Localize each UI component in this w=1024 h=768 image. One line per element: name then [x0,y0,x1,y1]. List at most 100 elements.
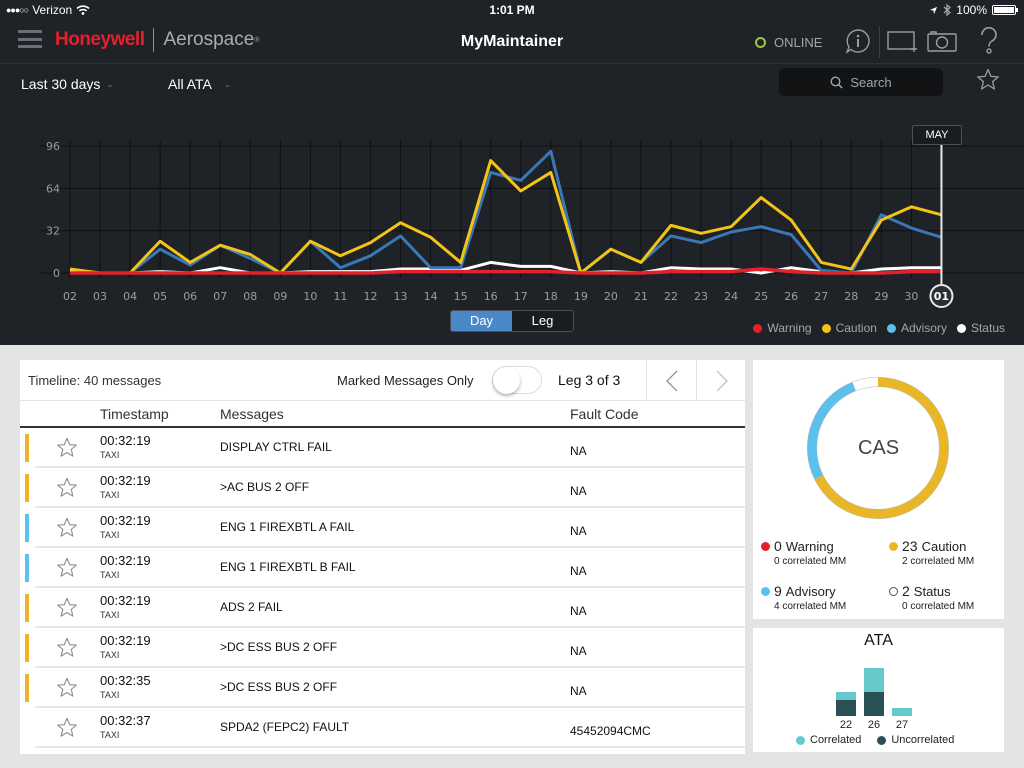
help-button[interactable] [978,26,1000,60]
column-header-fault-code[interactable]: Fault Code [570,406,638,422]
bar-correlated[interactable] [836,692,856,700]
x-tick-label[interactable]: 30 [904,290,918,303]
table-row[interactable]: 00:32:35 TAXI >DC ESS BUS 2 OFF NA [20,668,745,708]
x-tick-label[interactable]: 03 [93,290,107,303]
camera-icon [927,31,957,52]
x-tick-label[interactable]: 13 [394,290,408,303]
message-timestamp: 00:32:19 [100,553,151,568]
bar-uncorrelated[interactable] [864,692,884,716]
x-tick-label[interactable]: 02 [63,290,77,303]
x-tick-label[interactable]: 11 [333,290,347,303]
star-icon [57,677,77,697]
x-tick-label: 22 [840,719,852,731]
flight-phase: TAXI [100,650,120,660]
table-row[interactable]: 00:32:19 TAXI DISPLAY CTRL FAIL NA [20,428,745,468]
cas-item-status[interactable]: 2 Status 0 correlated MM [889,583,1009,612]
ata-bar-chart[interactable]: 22 26 27 [753,628,1004,738]
ata-filter-dropdown[interactable]: All ATA ⌄ [168,76,231,92]
donut-slice-advisory[interactable] [807,382,856,480]
mark-message-button[interactable] [56,517,78,543]
x-tick-label[interactable]: 04 [123,290,137,303]
table-row[interactable]: 00:32:19 TAXI >AC BUS 2 OFF NA [20,468,745,508]
legend-item-warning: Warning [753,321,812,335]
x-tick-label[interactable]: 19 [574,290,588,303]
cas-item-caution[interactable]: 23 Caution 2 correlated MM [889,538,1009,567]
status-bar: ●●●○○ Verizon 1:01 PM 100% [0,0,1024,20]
table-row[interactable]: 00:32:19 TAXI ENG 1 FIREXBTL A FAIL NA [20,508,745,548]
table-row[interactable]: 00:32:37 TAXI SPDA2 (FEPC2) FAULT 45452094C… [20,708,745,748]
search-input[interactable]: Search [779,68,943,96]
message-text: DISPLAY CTRL FAIL [220,440,332,454]
x-tick-label[interactable]: 22 [664,290,678,303]
x-tick-label[interactable]: 24 [724,290,738,303]
x-tick-label[interactable]: 28 [844,290,858,303]
x-tick-label[interactable]: 09 [273,290,287,303]
table-row[interactable]: 00:32:19 TAXI ADS 2 FAIL NA [20,588,745,628]
cas-trend-chart[interactable]: 0 32 64 96 02 03 04 05 06 07 08 09 10 11 12 13 14 15 16 17 1… [0,120,1024,310]
mark-message-button[interactable] [56,717,78,743]
previous-leg-button[interactable] [646,360,696,401]
tab-leg[interactable]: Leg [512,311,573,331]
cas-label: Advisory [785,583,836,599]
mark-message-button[interactable] [56,677,78,703]
mark-message-button[interactable] [56,597,78,623]
cas-item-advisory[interactable]: 9 Advisory 4 correlated MM [761,583,881,612]
x-tick-label[interactable]: 12 [364,290,378,303]
x-tick-label[interactable]: 16 [484,290,498,303]
bar-correlated[interactable] [892,708,912,716]
mark-message-button[interactable] [56,437,78,463]
x-tick-label[interactable]: 23 [694,290,708,303]
mark-message-button[interactable] [56,477,78,503]
favorite-button[interactable] [976,68,1000,96]
table-row[interactable]: 00:32:19 TAXI ENG 1 FIREXBTL B FAIL NA [20,548,745,588]
flight-phase: TAXI [100,530,120,540]
cas-item-warning[interactable]: 0 Warning 0 correlated MM [761,538,881,567]
tab-day[interactable]: Day [451,311,512,331]
table-row[interactable]: 00:32:19 TAXI >DC ESS BUS 2 OFF NA [20,628,745,668]
connection-status-label: ONLINE [774,35,823,50]
cas-count: 9 [774,583,782,599]
x-tick-label[interactable]: 14 [424,290,438,303]
y-tick-label: 64 [46,182,60,195]
message-text: >DC ESS BUS 2 OFF [220,680,338,694]
camera-button[interactable] [927,30,957,57]
message-text: >DC ESS BUS 2 OFF [220,640,338,654]
battery-icon [992,5,1018,15]
severity-indicator [25,514,29,542]
x-tick-label[interactable]: 01 [934,290,949,303]
x-tick-label[interactable]: 27 [814,290,828,303]
x-tick-label[interactable]: 26 [784,290,798,303]
x-tick-label[interactable]: 06 [183,290,197,303]
x-tick-label[interactable]: 29 [874,290,888,303]
x-tick-label: 26 [868,719,880,731]
mark-message-button[interactable] [56,557,78,583]
bar-uncorrelated[interactable] [836,700,856,716]
bar-correlated[interactable] [864,668,884,692]
info-button[interactable] [845,28,871,59]
x-tick-label[interactable]: 25 [754,290,768,303]
chart-grid [40,140,1024,278]
x-tick-label[interactable]: 20 [604,290,618,303]
x-tick-label[interactable]: 07 [213,290,227,303]
x-tick-label[interactable]: 15 [454,290,468,303]
legend-item-status: Status [956,321,1005,335]
column-header-messages[interactable]: Messages [220,406,284,422]
next-leg-button[interactable] [696,360,746,401]
x-tick-label[interactable]: 21 [634,290,648,303]
x-tick-label[interactable]: 18 [544,290,558,303]
x-tick-label[interactable]: 08 [243,290,257,303]
legend-item-caution: Caution [821,321,877,335]
mark-message-button[interactable] [56,637,78,663]
marked-only-label: Marked Messages Only [337,373,474,388]
severity-indicator [25,474,29,502]
donut-slice-status[interactable] [852,377,879,391]
severity-indicator [25,594,29,622]
x-tick-label[interactable]: 10 [303,290,317,303]
marked-only-toggle[interactable] [492,366,542,394]
legend-dot [886,323,896,333]
screen-capture-button[interactable] [887,31,917,58]
column-header-timestamp[interactable]: Timestamp [100,406,169,422]
x-tick-label[interactable]: 05 [153,290,167,303]
x-tick-label[interactable]: 17 [514,290,528,303]
date-range-dropdown[interactable]: Last 30 days ⌄ [21,76,114,92]
